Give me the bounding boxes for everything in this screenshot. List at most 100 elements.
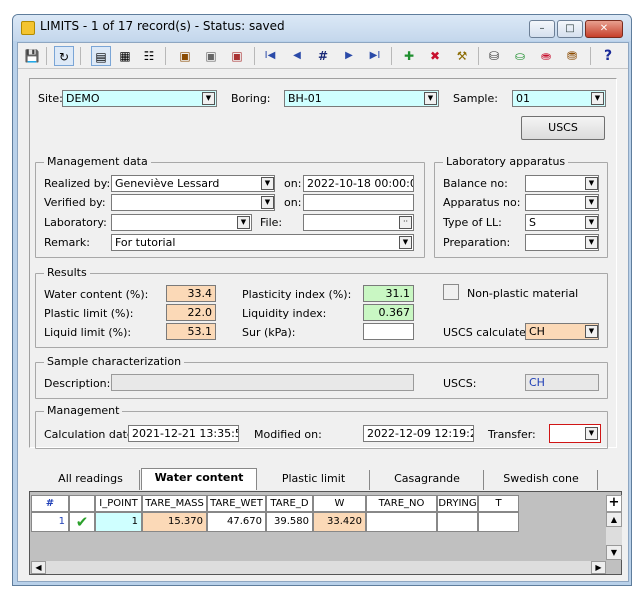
chevron-down-icon[interactable]: ▼ — [424, 92, 437, 105]
tab-swedish-cone[interactable]: Swedish cone — [485, 470, 598, 490]
laboratory-field[interactable] — [111, 214, 252, 231]
scroll-right-icon[interactable]: ▶ — [591, 561, 606, 574]
table-cell-tare-no[interactable] — [366, 512, 437, 532]
non-plastic-checkbox[interactable] — [443, 284, 459, 300]
description-label: Description: — [44, 377, 111, 390]
file-field[interactable] — [303, 214, 414, 231]
calculation-date-field[interactable]: 2021-12-21 13:35:57 — [128, 425, 239, 442]
column-header-num[interactable]: # — [31, 495, 69, 512]
tab-plastic-limit[interactable]: Plastic limit — [258, 470, 370, 490]
calculator-icon[interactable]: ⛁ — [484, 46, 504, 66]
site-label: Site: — [38, 92, 63, 105]
realized-on-field[interactable]: 2022-10-18 00:00:00 — [303, 175, 414, 192]
chevron-down-icon[interactable]: ▼ — [237, 216, 250, 229]
column-header-status[interactable] — [69, 495, 95, 512]
management-data-title: Management data — [44, 155, 151, 168]
site-field[interactable]: DEMO — [62, 90, 217, 107]
minimize-button[interactable]: – — [529, 20, 555, 38]
chevron-down-icon[interactable]: ▼ — [585, 236, 598, 249]
water-content-field[interactable]: 33.4 — [166, 285, 216, 302]
plastic-limit-field[interactable]: 22.0 — [166, 304, 216, 321]
modified-on-field[interactable]: 2022-12-09 12:19:23 — [363, 425, 474, 442]
database-icon[interactable]: ⛃ — [562, 46, 582, 66]
tab-all-readings[interactable]: All readings — [42, 470, 140, 490]
new-record-icon[interactable]: ✚ — [399, 46, 419, 66]
chevron-down-icon[interactable]: ▼ — [261, 177, 274, 190]
chevron-down-icon[interactable]: ▼ — [202, 92, 215, 105]
description-field[interactable] — [111, 374, 414, 391]
column-header-tare-d[interactable]: TARE_D — [266, 495, 313, 512]
chevron-down-icon[interactable]: ▼ — [585, 177, 598, 190]
column-header-drying[interactable]: DRYING — [437, 495, 478, 512]
toolbar-separator — [590, 47, 591, 65]
scroll-left-icon[interactable]: ◀ — [31, 561, 46, 574]
add-row-icon[interactable]: + — [606, 495, 622, 512]
wand-icon[interactable]: ⚒ — [452, 46, 472, 66]
scroll-down-icon[interactable]: ▼ — [606, 545, 622, 560]
close-button[interactable]: ✕ — [585, 20, 623, 38]
table-cell-drying[interactable] — [437, 512, 478, 532]
verified-by-field[interactable] — [111, 194, 275, 211]
management-title: Management — [44, 404, 123, 417]
chevron-down-icon[interactable]: ▼ — [585, 196, 598, 209]
export-icon[interactable]: ⛂ — [536, 46, 556, 66]
sur-field[interactable] — [363, 323, 414, 340]
column-header-i-point[interactable]: I_POINT — [95, 495, 142, 512]
table-cell-t[interactable] — [478, 512, 519, 532]
grid-view-icon[interactable]: ▦ — [115, 46, 135, 66]
tab-water-content[interactable]: Water content — [141, 468, 257, 490]
column-header-tare-no[interactable]: TARE_NO — [366, 495, 437, 512]
table-cell-i-point[interactable]: 1 — [95, 512, 142, 532]
chevron-down-icon[interactable]: ▼ — [591, 92, 604, 105]
liquid-limit-field[interactable]: 53.1 — [166, 323, 216, 340]
plasticity-index-field[interactable]: 31.1 — [363, 285, 414, 302]
column-header-tare-mass[interactable]: TARE_MASS — [142, 495, 207, 512]
tab-casagrande[interactable]: Casagrande — [371, 470, 484, 490]
first-record-icon[interactable]: I◀ — [260, 46, 280, 66]
column-header-t[interactable]: T — [478, 495, 519, 512]
liquidity-index-label: Liquidity index: — [242, 307, 327, 320]
uscs-button[interactable]: USCS — [521, 116, 605, 140]
horizontal-scroll-track[interactable] — [46, 561, 591, 574]
import-icon[interactable]: ⛀ — [510, 46, 530, 66]
remark-field[interactable]: For tutorial — [111, 234, 414, 251]
column-header-tare-wet[interactable]: TARE_WET — [207, 495, 266, 512]
uscs-field[interactable]: CH — [525, 374, 599, 391]
water-content-label: Water content (%): — [44, 288, 149, 301]
help-icon[interactable]: ? — [598, 46, 618, 66]
maximize-button[interactable]: □ — [557, 20, 583, 38]
table-cell-w[interactable]: 33.420 — [313, 512, 366, 532]
chevron-down-icon[interactable]: ▼ — [261, 196, 274, 209]
report-view-icon[interactable]: ☷ — [139, 46, 159, 66]
realized-by-field[interactable]: Geneviève Lessard — [111, 175, 275, 192]
previous-record-icon[interactable]: ◀ — [287, 46, 307, 66]
copy-all-icon[interactable]: ▣ — [201, 46, 221, 66]
delete-records-icon[interactable]: ▣ — [227, 46, 247, 66]
chevron-down-icon[interactable]: ▼ — [399, 236, 412, 249]
column-header-w[interactable]: W — [313, 495, 366, 512]
goto-record-icon[interactable]: # — [313, 46, 333, 66]
vertical-scroll-track[interactable] — [606, 527, 622, 545]
check-icon: ✔ — [69, 512, 95, 532]
liquidity-index-field[interactable]: 0.367 — [363, 304, 414, 321]
form-view-icon[interactable]: ▤ — [91, 46, 111, 66]
boring-field[interactable]: BH-01 — [284, 90, 439, 107]
next-record-icon[interactable]: ▶ — [339, 46, 359, 66]
non-plastic-label: Non-plastic material — [467, 287, 579, 300]
uscs-calculated-label: USCS calculated — [443, 326, 533, 339]
browse-icon[interactable]: ·· — [399, 216, 412, 229]
refresh-icon[interactable]: ↻ — [54, 46, 74, 66]
table-row-num[interactable]: 1 — [31, 512, 69, 532]
verified-on-field[interactable] — [303, 194, 414, 211]
table-cell-tare-d[interactable]: 39.580 — [266, 512, 313, 532]
chevron-down-icon[interactable]: ▼ — [585, 216, 598, 229]
delete-record-icon[interactable]: ✖ — [425, 46, 445, 66]
copy-record-icon[interactable]: ▣ — [175, 46, 195, 66]
chevron-down-icon[interactable]: ▼ — [585, 325, 598, 338]
scroll-up-icon[interactable]: ▲ — [606, 512, 622, 527]
chevron-down-icon[interactable]: ▼ — [585, 427, 598, 440]
last-record-icon[interactable]: ▶I — [365, 46, 385, 66]
table-cell-tare-wet[interactable]: 47.670 — [207, 512, 266, 532]
table-cell-tare-mass[interactable]: 15.370 — [142, 512, 207, 532]
save-icon[interactable]: 💾 — [22, 46, 42, 66]
